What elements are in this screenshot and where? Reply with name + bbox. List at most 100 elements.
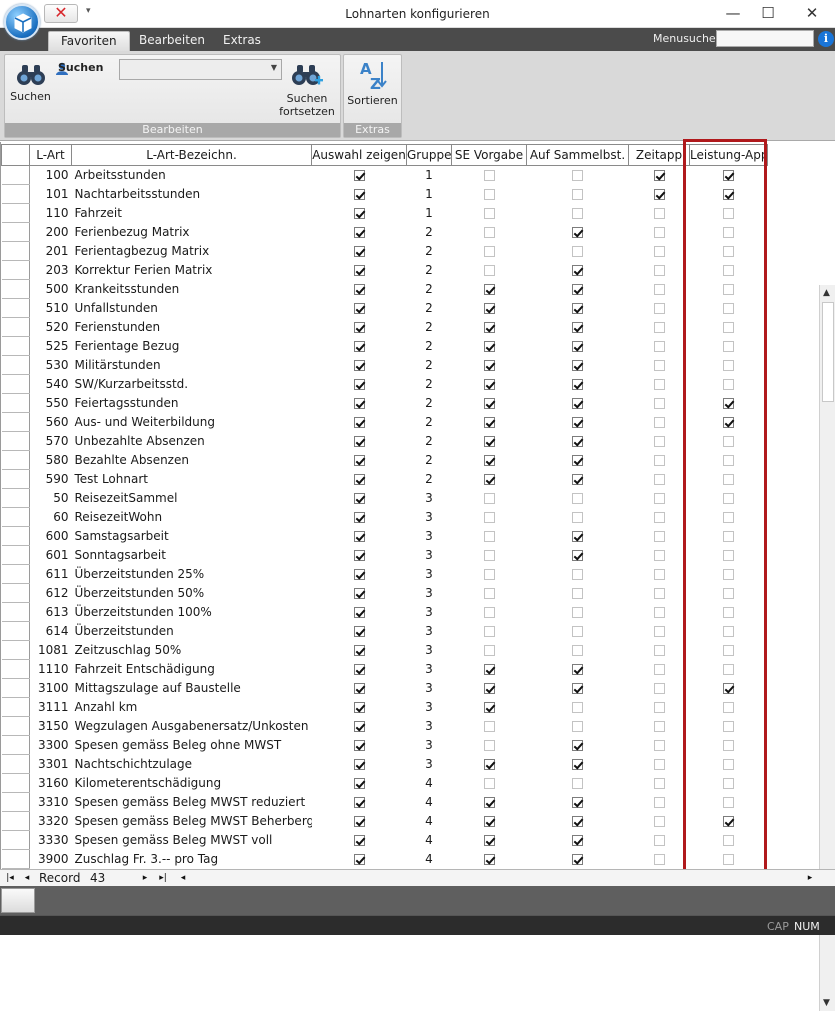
- cell-bezeichnung[interactable]: Ferienbezug Matrix: [72, 223, 312, 242]
- scroll-down-icon[interactable]: ▼: [823, 998, 830, 1008]
- sammelbst-checkbox[interactable]: [572, 227, 583, 238]
- auswahl-checkbox[interactable]: [353, 170, 365, 182]
- cell-bezeichnung[interactable]: Unfallstunden: [72, 299, 312, 318]
- zeitapp-checkbox[interactable]: [653, 265, 665, 276]
- auswahl-checkbox[interactable]: [353, 550, 365, 561]
- se-vorgabe-checkbox[interactable]: [483, 170, 495, 182]
- row-selector[interactable]: [1, 298, 30, 318]
- table-row[interactable]: 500 Krankeitsstunden 2: [1, 279, 820, 299]
- cell-gruppe[interactable]: 3: [407, 603, 452, 622]
- cell-bezeichnung[interactable]: Wegzulagen Ausgabenersatz/Unkosten: [72, 717, 312, 736]
- sammelbst-checkbox[interactable]: [572, 626, 583, 637]
- info-icon[interactable]: i: [818, 31, 834, 47]
- row-selector[interactable]: [1, 564, 30, 584]
- se-vorgabe-checkbox[interactable]: [483, 398, 495, 409]
- row-selector[interactable]: [1, 165, 30, 185]
- se-vorgabe-checkbox[interactable]: [483, 702, 495, 713]
- leistung-app-checkbox[interactable]: [723, 379, 734, 390]
- zeitapp-checkbox[interactable]: [653, 683, 665, 694]
- cell-gruppe[interactable]: 1: [407, 204, 452, 223]
- se-vorgabe-checkbox[interactable]: [483, 303, 495, 314]
- table-row[interactable]: 3310 Spesen gemäss Beleg MWST reduziert 4: [1, 792, 820, 812]
- auswahl-checkbox[interactable]: [353, 189, 365, 200]
- sammelbst-checkbox[interactable]: [572, 607, 583, 618]
- col-header-leistung-app[interactable]: Leistung-App: [689, 144, 768, 166]
- cell-gruppe[interactable]: 4: [407, 774, 452, 793]
- table-row[interactable]: 50 ReisezeitSammel 3: [1, 488, 820, 508]
- cell-bezeichnung[interactable]: ReisezeitSammel: [72, 489, 312, 508]
- zeitapp-checkbox[interactable]: [653, 398, 665, 409]
- last-record-button[interactable]: ▸|: [155, 871, 171, 885]
- leistung-app-checkbox[interactable]: [723, 778, 734, 789]
- record-number-field[interactable]: 43: [90, 871, 105, 885]
- row-selector[interactable]: [1, 792, 30, 812]
- auswahl-checkbox[interactable]: [353, 797, 365, 808]
- table-row[interactable]: 614 Überzeitstunden 3: [1, 621, 820, 641]
- zeitapp-checkbox[interactable]: [653, 759, 665, 770]
- cell-gruppe[interactable]: 3: [407, 679, 452, 698]
- cell-lart[interactable]: 101: [30, 185, 72, 204]
- auswahl-checkbox[interactable]: [353, 417, 365, 428]
- cell-gruppe[interactable]: 3: [407, 546, 452, 565]
- table-row[interactable]: 3301 Nachtschichtzulage 3: [1, 754, 820, 774]
- cell-bezeichnung[interactable]: Militärstunden: [72, 356, 312, 375]
- auswahl-checkbox[interactable]: [353, 246, 365, 257]
- toolbar-grip-handle[interactable]: [1, 888, 35, 913]
- sammelbst-checkbox[interactable]: [572, 493, 583, 504]
- cell-lart[interactable]: 3310: [30, 793, 72, 812]
- auswahl-checkbox[interactable]: [353, 303, 365, 314]
- cell-gruppe[interactable]: 2: [407, 242, 452, 261]
- auswahl-checkbox[interactable]: [353, 512, 365, 523]
- table-row[interactable]: 525 Ferientage Bezug 2: [1, 336, 820, 356]
- cell-lart[interactable]: 600: [30, 527, 72, 546]
- first-record-button[interactable]: |◂: [3, 871, 17, 885]
- row-selector[interactable]: [1, 184, 30, 204]
- sammelbst-checkbox[interactable]: [572, 550, 583, 561]
- leistung-app-checkbox[interactable]: [723, 189, 734, 200]
- se-vorgabe-checkbox[interactable]: [483, 208, 495, 219]
- cell-bezeichnung[interactable]: Mittagszulage auf Baustelle: [72, 679, 312, 698]
- cell-lart[interactable]: 1081: [30, 641, 72, 660]
- table-row[interactable]: 200 Ferienbezug Matrix 2: [1, 222, 820, 242]
- sammelbst-checkbox[interactable]: [572, 398, 583, 409]
- table-row[interactable]: 101 Nachtarbeitsstunden 1: [1, 184, 820, 204]
- leistung-app-checkbox[interactable]: [723, 588, 734, 599]
- zeitapp-checkbox[interactable]: [653, 170, 665, 182]
- zeitapp-checkbox[interactable]: [653, 379, 665, 390]
- zeitapp-checkbox[interactable]: [653, 816, 665, 827]
- zeitapp-checkbox[interactable]: [653, 645, 665, 656]
- cell-bezeichnung[interactable]: Anzahl km: [72, 698, 312, 717]
- se-vorgabe-checkbox[interactable]: [483, 778, 495, 789]
- sammelbst-checkbox[interactable]: [572, 341, 583, 352]
- leistung-app-checkbox[interactable]: [723, 493, 734, 504]
- col-header-auswahl[interactable]: Auswahl zeigen: [311, 144, 407, 166]
- row-selector[interactable]: [1, 754, 30, 774]
- cell-gruppe[interactable]: 2: [407, 261, 452, 280]
- table-row[interactable]: 203 Korrektur Ferien Matrix 2: [1, 260, 820, 280]
- cell-gruppe[interactable]: 4: [407, 850, 452, 869]
- leistung-app-checkbox[interactable]: [723, 683, 734, 694]
- row-selector[interactable]: [1, 279, 30, 299]
- sammelbst-checkbox[interactable]: [572, 569, 583, 580]
- leistung-app-checkbox[interactable]: [723, 569, 734, 580]
- cell-lart[interactable]: 601: [30, 546, 72, 565]
- cell-bezeichnung[interactable]: Feiertagsstunden: [72, 394, 312, 413]
- zeitapp-checkbox[interactable]: [653, 702, 665, 713]
- table-row[interactable]: 590 Test Lohnart 2: [1, 469, 820, 489]
- auswahl-checkbox[interactable]: [353, 227, 365, 238]
- sammelbst-checkbox[interactable]: [572, 189, 583, 200]
- cell-bezeichnung[interactable]: Spesen gemäss Beleg MWST reduziert: [72, 793, 312, 812]
- cell-bezeichnung[interactable]: Fahrzeit Entschädigung: [72, 660, 312, 679]
- zeitapp-checkbox[interactable]: [653, 664, 665, 675]
- cell-bezeichnung[interactable]: Nachtarbeitsstunden: [72, 185, 312, 204]
- auswahl-checkbox[interactable]: [353, 683, 365, 694]
- cell-gruppe[interactable]: 2: [407, 375, 452, 394]
- sammelbst-checkbox[interactable]: [572, 474, 583, 485]
- table-row[interactable]: 3300 Spesen gemäss Beleg ohne MWST 3: [1, 735, 820, 755]
- cell-lart[interactable]: 60: [30, 508, 72, 527]
- table-row[interactable]: 600 Samstagsarbeit 3: [1, 526, 820, 546]
- se-vorgabe-checkbox[interactable]: [483, 322, 495, 333]
- row-selector[interactable]: [1, 317, 30, 337]
- cell-lart[interactable]: 3900: [30, 850, 72, 869]
- sammelbst-checkbox[interactable]: [572, 721, 583, 732]
